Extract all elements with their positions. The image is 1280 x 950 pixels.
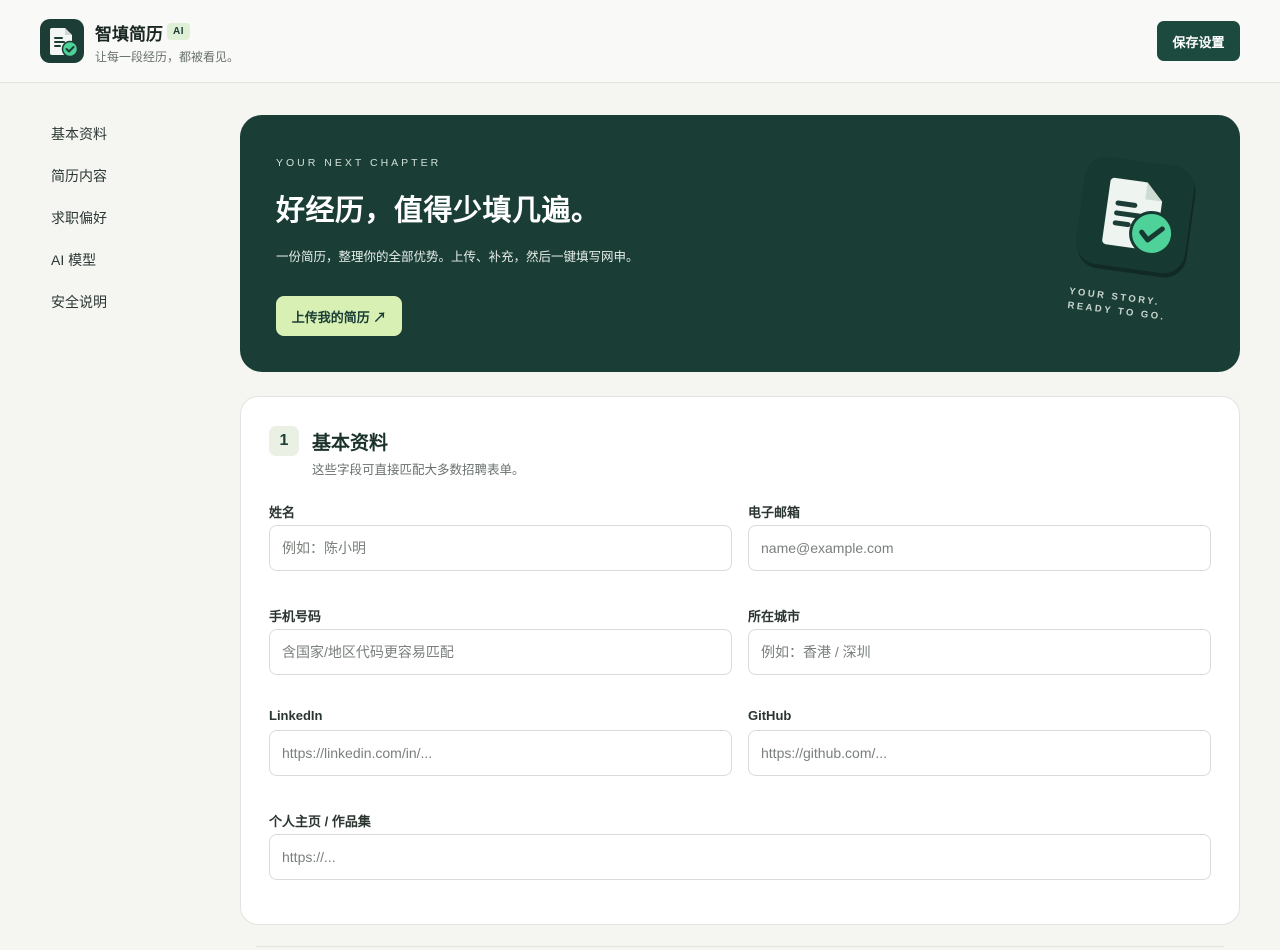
github-input[interactable]: [748, 730, 1211, 776]
city-label: 所在城市: [748, 609, 801, 624]
sidebar-item-job-preferences[interactable]: 求职偏好: [51, 204, 107, 246]
sidebar-item-resume-content[interactable]: 简历内容: [51, 162, 107, 204]
email-label: 电子邮箱: [748, 505, 801, 520]
sidebar-nav: 基本资料 简历内容 求职偏好 AI 模型 安全说明: [51, 120, 107, 330]
app-header: 智填简历 AI 让每一段经历，都被看见。 保存设置: [0, 0, 1280, 83]
linkedin-input[interactable]: [269, 730, 732, 776]
step-number: 1: [269, 426, 299, 456]
section-title: 基本资料: [312, 433, 389, 454]
ai-badge: AI: [167, 23, 190, 40]
basic-info-card: 1 基本资料 这些字段可直接匹配大多数招聘表单。 姓名 电子邮箱 手机号码 所在…: [240, 396, 1240, 925]
portfolio-input[interactable]: [269, 834, 1211, 880]
save-settings-button[interactable]: 保存设置: [1157, 21, 1240, 61]
hero-eyebrow: YOUR NEXT CHAPTER: [276, 157, 442, 169]
portfolio-label: 个人主页 / 作品集: [269, 814, 371, 829]
sidebar-item-basic-info[interactable]: 基本资料: [51, 120, 107, 162]
hero-banner: YOUR NEXT CHAPTER 好经历，值得少填几遍。 一份简历，整理你的全…: [240, 115, 1240, 372]
city-input[interactable]: [748, 629, 1211, 675]
github-label: GitHub: [748, 708, 792, 723]
name-label: 姓名: [269, 505, 296, 520]
sidebar-item-security[interactable]: 安全说明: [51, 288, 107, 330]
hero-title: 好经历，值得少填几遍。: [276, 195, 601, 227]
document-check-icon: [50, 28, 79, 58]
sidebar-item-ai-model[interactable]: AI 模型: [51, 246, 107, 288]
section-description: 这些字段可直接匹配大多数招聘表单。: [312, 463, 525, 477]
brand-tagline: 让每一段经历，都被看见。: [95, 50, 240, 64]
name-input[interactable]: [269, 525, 732, 571]
brand-name: 智填简历: [95, 25, 163, 44]
phone-label: 手机号码: [269, 609, 322, 624]
email-input[interactable]: [748, 525, 1211, 571]
hero-subtitle: 一份简历，整理你的全部优势。上传、补充，然后一键填写网申。: [276, 250, 639, 264]
phone-input[interactable]: [269, 629, 732, 675]
next-card-edge: [256, 946, 1224, 950]
linkedin-label: LinkedIn: [269, 708, 323, 723]
upload-resume-button[interactable]: 上传我的简历 ↗: [276, 296, 402, 336]
app-logo: [40, 19, 84, 63]
